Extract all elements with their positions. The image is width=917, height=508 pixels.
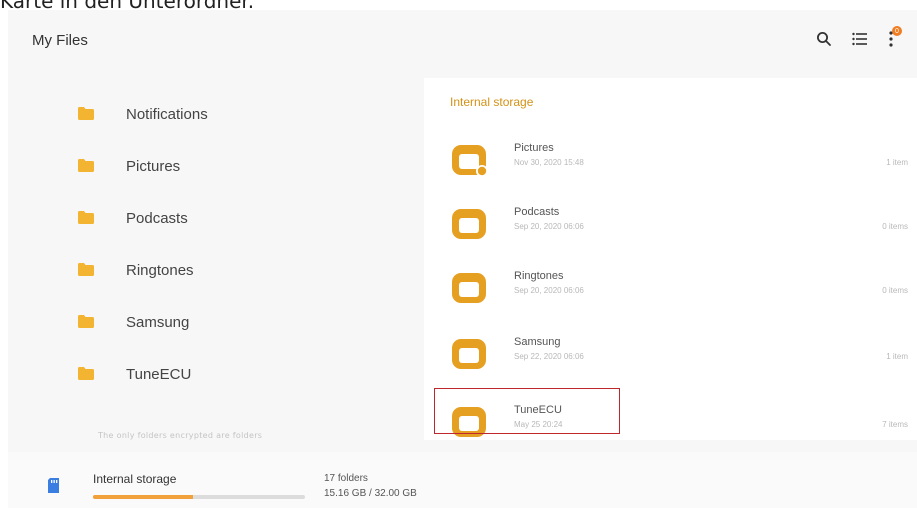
folder-name: Pictures [126, 158, 181, 175]
notification-badge: 0 [892, 26, 902, 36]
folder-row-notifications[interactable]: Notifications [48, 90, 388, 142]
folder-icon [78, 159, 94, 172]
item-date: Sep 20, 2020 06:06 [514, 222, 584, 231]
folder-name: Ringtones [126, 262, 194, 279]
folder-icon [78, 211, 94, 224]
storage-item-tuneecu[interactable]: TuneECU May 25 20:24 7 items [438, 392, 908, 454]
folder-row-podcasts[interactable]: Podcasts [48, 194, 388, 246]
encryption-notice: The only folders encrypted are folders [98, 431, 263, 440]
item-count: 0 items [882, 286, 908, 295]
folder-icon [78, 367, 94, 380]
item-name: TuneECU [514, 404, 562, 416]
folder-icon [78, 315, 94, 328]
storage-usage-bar [93, 495, 305, 499]
item-count: 1 item [886, 158, 908, 167]
item-date: Nov 30, 2020 15:48 [514, 158, 584, 167]
storage-label: Internal storage [93, 472, 177, 486]
folder-icon [452, 407, 486, 437]
storage-item-podcasts[interactable]: Podcasts Sep 20, 2020 06:06 0 items [438, 194, 908, 256]
panel-title: Internal storage [450, 95, 534, 109]
storage-item-ringtones[interactable]: Ringtones Sep 20, 2020 06:06 0 items [438, 258, 908, 320]
item-name: Samsung [514, 336, 561, 348]
item-date: May 25 20:24 [514, 420, 563, 429]
item-date: Sep 22, 2020 06:06 [514, 352, 584, 361]
internal-storage-panel: Internal storage Pictures Nov 30, 2020 1… [424, 78, 917, 440]
folder-icon [452, 145, 488, 177]
folder-icon [452, 273, 486, 303]
storage-folder-count: 17 folders [324, 473, 368, 484]
folder-row-ringtones[interactable]: Ringtones [48, 246, 388, 298]
item-name: Podcasts [514, 206, 560, 218]
folder-icon [452, 209, 486, 239]
folder-name: Podcasts [126, 210, 188, 227]
storage-usage-text: 15.16 GB / 32.00 GB [324, 488, 417, 499]
folder-row-tuneecu[interactable]: TuneECU [48, 350, 388, 402]
folder-list: Notifications Pictures Podcasts Ringtone… [48, 90, 388, 402]
item-name: Pictures [514, 142, 554, 154]
caption-text: Karte in den Unterordner. [0, 0, 255, 13]
storage-usage-fill [93, 495, 193, 499]
item-count: 7 items [882, 420, 908, 429]
list-view-button[interactable] [845, 24, 875, 54]
search-button[interactable] [809, 24, 839, 54]
app-title: My Files [32, 32, 88, 49]
folder-name: TuneECU [126, 366, 192, 383]
folder-name: Samsung [126, 314, 190, 331]
search-icon [817, 32, 831, 46]
item-name: Ringtones [514, 270, 564, 282]
folder-icon [78, 107, 94, 120]
storage-bar[interactable]: Internal storage 17 folders 15.16 GB / 3… [8, 452, 917, 508]
item-count: 0 items [882, 222, 908, 231]
folder-icon [78, 263, 94, 276]
item-date: Sep 20, 2020 06:06 [514, 286, 584, 295]
folder-row-pictures[interactable]: Pictures [48, 142, 388, 194]
item-count: 1 item [886, 352, 908, 361]
storage-item-pictures[interactable]: Pictures Nov 30, 2020 15:48 1 item [438, 130, 908, 192]
folder-icon [452, 339, 486, 369]
sd-card-icon [48, 478, 59, 493]
folder-name: Notifications [126, 106, 208, 123]
storage-item-samsung[interactable]: Samsung Sep 22, 2020 06:06 1 item [438, 324, 908, 386]
top-bar: My Files 0 [8, 10, 917, 70]
folder-row-samsung[interactable]: Samsung [48, 298, 388, 350]
more-options-button[interactable]: 0 [876, 24, 906, 54]
list-view-icon [852, 32, 867, 46]
my-files-app: My Files 0 Notifications Pictures Podcas… [8, 10, 917, 508]
